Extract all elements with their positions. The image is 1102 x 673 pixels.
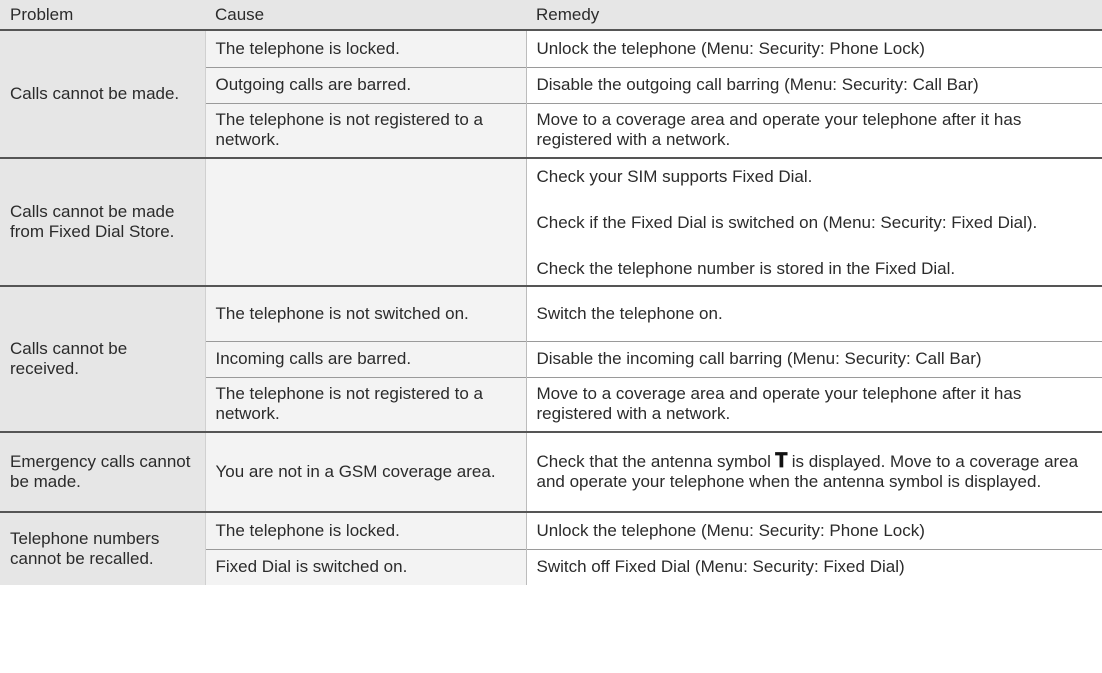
cause-cell [204, 157, 527, 286]
remedy-cell: Check the telephone number is stored in … [526, 252, 1102, 286]
problem-cell: Emergency calls cannot be made. [0, 431, 206, 512]
problem-cell: Calls cannot be made. [0, 29, 206, 158]
remedy-text-before: Check that the antenna symbol [536, 452, 771, 471]
remedy-cell: Check that the antenna symbol 𝐓is display… [526, 431, 1102, 512]
remedy-cell: Check your SIM supports Fixed Dial. [526, 157, 1102, 194]
problem-cell: Telephone numbers cannot be recalled. [0, 511, 206, 585]
header-problem: Problem [0, 0, 205, 30]
cause-cell: You are not in a GSM coverage area. [204, 431, 527, 512]
problem-cell: Calls cannot be made from Fixed Dial Sto… [0, 157, 206, 286]
remedy-cell: Disable the outgoing call barring (Menu:… [526, 66, 1102, 103]
cause-cell: The telephone is not registered to a net… [204, 376, 527, 432]
antenna-signal-icon: 𝐓 [774, 450, 788, 472]
remedy-cell: Switch off Fixed Dial (Menu: Security: F… [526, 548, 1102, 585]
cause-cell: The telephone is not registered to a net… [204, 102, 527, 158]
cause-cell: The telephone is locked. [204, 29, 527, 67]
remedy-cell: Switch the telephone on. [526, 285, 1102, 341]
cause-cell: Incoming calls are barred. [204, 340, 527, 377]
cause-cell: Outgoing calls are barred. [204, 66, 527, 103]
remedy-cell: Check if the Fixed Dial is switched on (… [526, 194, 1102, 252]
table-row: Emergency calls cannot be made. You are … [0, 431, 1102, 512]
remedy-cell: Unlock the telephone (Menu: Security: Ph… [526, 511, 1102, 549]
table-header-row: Problem Cause Remedy [0, 0, 1102, 30]
table-row: Calls cannot be made. The telephone is l… [0, 29, 1102, 158]
cause-cell: The telephone is not switched on. [204, 285, 527, 341]
remedy-cell: Move to a coverage area and operate your… [526, 376, 1102, 432]
troubleshooting-table: Problem Cause Remedy Calls cannot be mad… [0, 0, 1102, 585]
table-row: Telephone numbers cannot be recalled. Th… [0, 511, 1102, 585]
remedy-cell: Disable the incoming call barring (Menu:… [526, 340, 1102, 377]
table-row: Calls cannot be received. The telephone … [0, 285, 1102, 432]
cause-cell: Fixed Dial is switched on. [204, 548, 527, 585]
cause-cell: The telephone is locked. [204, 511, 527, 549]
remedy-cell: Unlock the telephone (Menu: Security: Ph… [526, 29, 1102, 67]
header-remedy: Remedy [526, 0, 1102, 30]
problem-cell: Calls cannot be received. [0, 285, 206, 432]
table-row: Calls cannot be made from Fixed Dial Sto… [0, 157, 1102, 286]
remedy-cell: Move to a coverage area and operate your… [526, 102, 1102, 158]
header-cause: Cause [205, 0, 526, 30]
